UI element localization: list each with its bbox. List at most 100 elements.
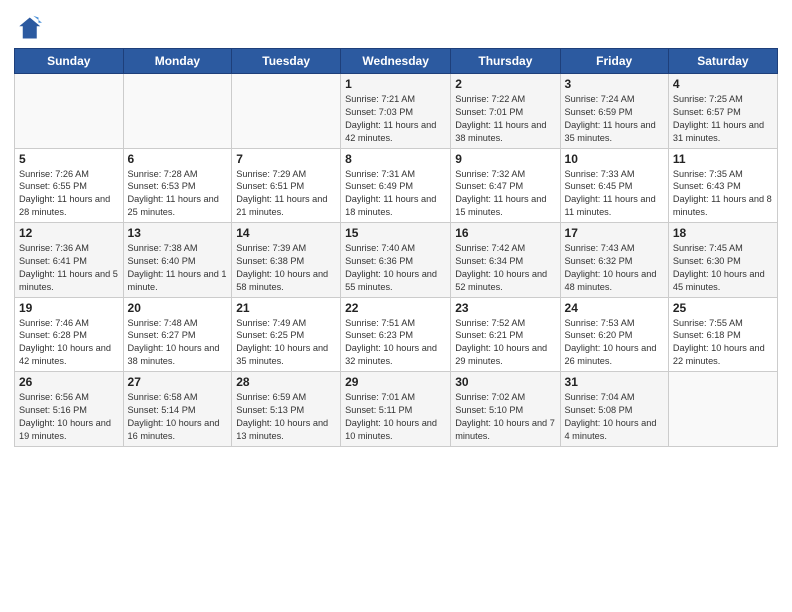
calendar-cell: 24 Sunrise: 7:53 AM Sunset: 6:20 PM Dayli… [560, 297, 668, 372]
day-info: Sunrise: 7:22 AM Sunset: 7:01 PM Dayligh… [455, 93, 555, 145]
day-number: 3 [565, 77, 664, 91]
calendar-cell: 31 Sunrise: 7:04 AM Sunset: 5:08 PM Dayli… [560, 372, 668, 447]
day-info: Sunrise: 7:52 AM Sunset: 6:21 PM Dayligh… [455, 317, 555, 369]
day-info: Sunrise: 7:49 AM Sunset: 6:25 PM Dayligh… [236, 317, 336, 369]
day-info: Sunrise: 7:32 AM Sunset: 6:47 PM Dayligh… [455, 168, 555, 220]
calendar-cell: 27 Sunrise: 6:58 AM Sunset: 5:14 PM Dayli… [123, 372, 232, 447]
header [14, 10, 778, 42]
day-number: 17 [565, 226, 664, 240]
day-info: Sunrise: 7:24 AM Sunset: 6:59 PM Dayligh… [565, 93, 664, 145]
calendar-cell: 7 Sunrise: 7:29 AM Sunset: 6:51 PM Daylig… [232, 148, 341, 223]
day-number: 10 [565, 152, 664, 166]
logo-icon [14, 14, 42, 42]
days-header-row: SundayMondayTuesdayWednesdayThursdayFrid… [15, 49, 778, 74]
calendar-cell: 2 Sunrise: 7:22 AM Sunset: 7:01 PM Daylig… [451, 74, 560, 149]
day-number: 2 [455, 77, 555, 91]
day-number: 18 [673, 226, 773, 240]
day-number: 1 [345, 77, 446, 91]
calendar-cell: 16Sunrise: 7:42 AM Sunset: 6:34 PM Dayli… [451, 223, 560, 298]
calendar-cell: 13 Sunrise: 7:38 AM Sunset: 6:40 PM Dayli… [123, 223, 232, 298]
calendar-cell: 15 Sunrise: 7:40 AM Sunset: 6:36 PM Dayli… [341, 223, 451, 298]
calendar-cell: 30Sunrise: 7:02 AM Sunset: 5:10 PM Dayli… [451, 372, 560, 447]
week-row-2: 5 Sunrise: 7:26 AM Sunset: 6:55 PM Daylig… [15, 148, 778, 223]
calendar-cell: 25Sunrise: 7:55 AM Sunset: 6:18 PM Dayli… [668, 297, 777, 372]
calendar-cell: 3 Sunrise: 7:24 AM Sunset: 6:59 PM Daylig… [560, 74, 668, 149]
day-header-thursday: Thursday [451, 49, 560, 74]
day-number: 22 [345, 301, 446, 315]
calendar-cell: 20 Sunrise: 7:48 AM Sunset: 6:27 PM Dayli… [123, 297, 232, 372]
calendar-cell [232, 74, 341, 149]
day-info: Sunrise: 7:02 AM Sunset: 5:10 PM Dayligh… [455, 391, 555, 443]
calendar-cell: 12Sunrise: 7:36 AM Sunset: 6:41 PM Dayli… [15, 223, 124, 298]
day-info: Sunrise: 7:28 AM Sunset: 6:53 PM Dayligh… [128, 168, 228, 220]
day-number: 27 [128, 375, 228, 389]
day-number: 14 [236, 226, 336, 240]
calendar-cell: 11Sunrise: 7:35 AM Sunset: 6:43 PM Dayli… [668, 148, 777, 223]
day-number: 21 [236, 301, 336, 315]
day-number: 23 [455, 301, 555, 315]
day-number: 24 [565, 301, 664, 315]
day-info: Sunrise: 7:25 AM Sunset: 6:57 PM Dayligh… [673, 93, 773, 145]
day-header-sunday: Sunday [15, 49, 124, 74]
week-row-4: 19Sunrise: 7:46 AM Sunset: 6:28 PM Dayli… [15, 297, 778, 372]
day-info: Sunrise: 7:26 AM Sunset: 6:55 PM Dayligh… [19, 168, 119, 220]
day-number: 9 [455, 152, 555, 166]
day-info: Sunrise: 7:01 AM Sunset: 5:11 PM Dayligh… [345, 391, 446, 443]
calendar-cell: 17 Sunrise: 7:43 AM Sunset: 6:32 PM Dayli… [560, 223, 668, 298]
calendar-cell: 26 Sunrise: 6:56 AM Sunset: 5:16 PM Dayli… [15, 372, 124, 447]
day-number: 4 [673, 77, 773, 91]
day-info: Sunrise: 7:45 AM Sunset: 6:30 PM Dayligh… [673, 242, 773, 294]
day-number: 28 [236, 375, 336, 389]
logo [14, 14, 46, 42]
day-info: Sunrise: 7:29 AM Sunset: 6:51 PM Dayligh… [236, 168, 336, 220]
day-info: Sunrise: 7:51 AM Sunset: 6:23 PM Dayligh… [345, 317, 446, 369]
day-info: Sunrise: 7:40 AM Sunset: 6:36 PM Dayligh… [345, 242, 446, 294]
calendar-cell: 4 Sunrise: 7:25 AM Sunset: 6:57 PM Daylig… [668, 74, 777, 149]
day-info: Sunrise: 7:48 AM Sunset: 6:27 PM Dayligh… [128, 317, 228, 369]
day-info: Sunrise: 7:04 AM Sunset: 5:08 PM Dayligh… [565, 391, 664, 443]
calendar-cell [123, 74, 232, 149]
calendar-body: 1Sunrise: 7:21 AM Sunset: 7:03 PM Daylig… [15, 74, 778, 447]
day-info: Sunrise: 6:58 AM Sunset: 5:14 PM Dayligh… [128, 391, 228, 443]
day-header-wednesday: Wednesday [341, 49, 451, 74]
calendar-cell: 5 Sunrise: 7:26 AM Sunset: 6:55 PM Daylig… [15, 148, 124, 223]
calendar-cell: 19Sunrise: 7:46 AM Sunset: 6:28 PM Dayli… [15, 297, 124, 372]
calendar-cell: 14 Sunrise: 7:39 AM Sunset: 6:38 PM Dayli… [232, 223, 341, 298]
day-info: Sunrise: 7:39 AM Sunset: 6:38 PM Dayligh… [236, 242, 336, 294]
day-info: Sunrise: 6:56 AM Sunset: 5:16 PM Dayligh… [19, 391, 119, 443]
calendar-header: SundayMondayTuesdayWednesdayThursdayFrid… [15, 49, 778, 74]
calendar-cell: 9 Sunrise: 7:32 AM Sunset: 6:47 PM Daylig… [451, 148, 560, 223]
day-number: 6 [128, 152, 228, 166]
day-info: Sunrise: 7:31 AM Sunset: 6:49 PM Dayligh… [345, 168, 446, 220]
week-row-1: 1Sunrise: 7:21 AM Sunset: 7:03 PM Daylig… [15, 74, 778, 149]
day-number: 7 [236, 152, 336, 166]
day-number: 19 [19, 301, 119, 315]
calendar-table: SundayMondayTuesdayWednesdayThursdayFrid… [14, 48, 778, 447]
day-info: Sunrise: 7:43 AM Sunset: 6:32 PM Dayligh… [565, 242, 664, 294]
day-info: Sunrise: 7:33 AM Sunset: 6:45 PM Dayligh… [565, 168, 664, 220]
day-number: 20 [128, 301, 228, 315]
calendar-cell: 23 Sunrise: 7:52 AM Sunset: 6:21 PM Dayli… [451, 297, 560, 372]
page-container: SundayMondayTuesdayWednesdayThursdayFrid… [0, 0, 792, 455]
day-header-tuesday: Tuesday [232, 49, 341, 74]
day-number: 26 [19, 375, 119, 389]
day-info: Sunrise: 7:38 AM Sunset: 6:40 PM Dayligh… [128, 242, 228, 294]
day-number: 12 [19, 226, 119, 240]
calendar-cell [668, 372, 777, 447]
day-number: 15 [345, 226, 446, 240]
day-number: 13 [128, 226, 228, 240]
calendar-cell: 22 Sunrise: 7:51 AM Sunset: 6:23 PM Dayli… [341, 297, 451, 372]
day-number: 5 [19, 152, 119, 166]
week-row-3: 12Sunrise: 7:36 AM Sunset: 6:41 PM Dayli… [15, 223, 778, 298]
day-number: 16 [455, 226, 555, 240]
day-info: Sunrise: 7:55 AM Sunset: 6:18 PM Dayligh… [673, 317, 773, 369]
day-info: Sunrise: 7:53 AM Sunset: 6:20 PM Dayligh… [565, 317, 664, 369]
calendar-cell [15, 74, 124, 149]
week-row-5: 26 Sunrise: 6:56 AM Sunset: 5:16 PM Dayli… [15, 372, 778, 447]
calendar-cell: 1Sunrise: 7:21 AM Sunset: 7:03 PM Daylig… [341, 74, 451, 149]
day-number: 11 [673, 152, 773, 166]
day-header-saturday: Saturday [668, 49, 777, 74]
day-number: 31 [565, 375, 664, 389]
calendar-cell: 6 Sunrise: 7:28 AM Sunset: 6:53 PM Daylig… [123, 148, 232, 223]
calendar-cell: 21 Sunrise: 7:49 AM Sunset: 6:25 PM Dayli… [232, 297, 341, 372]
